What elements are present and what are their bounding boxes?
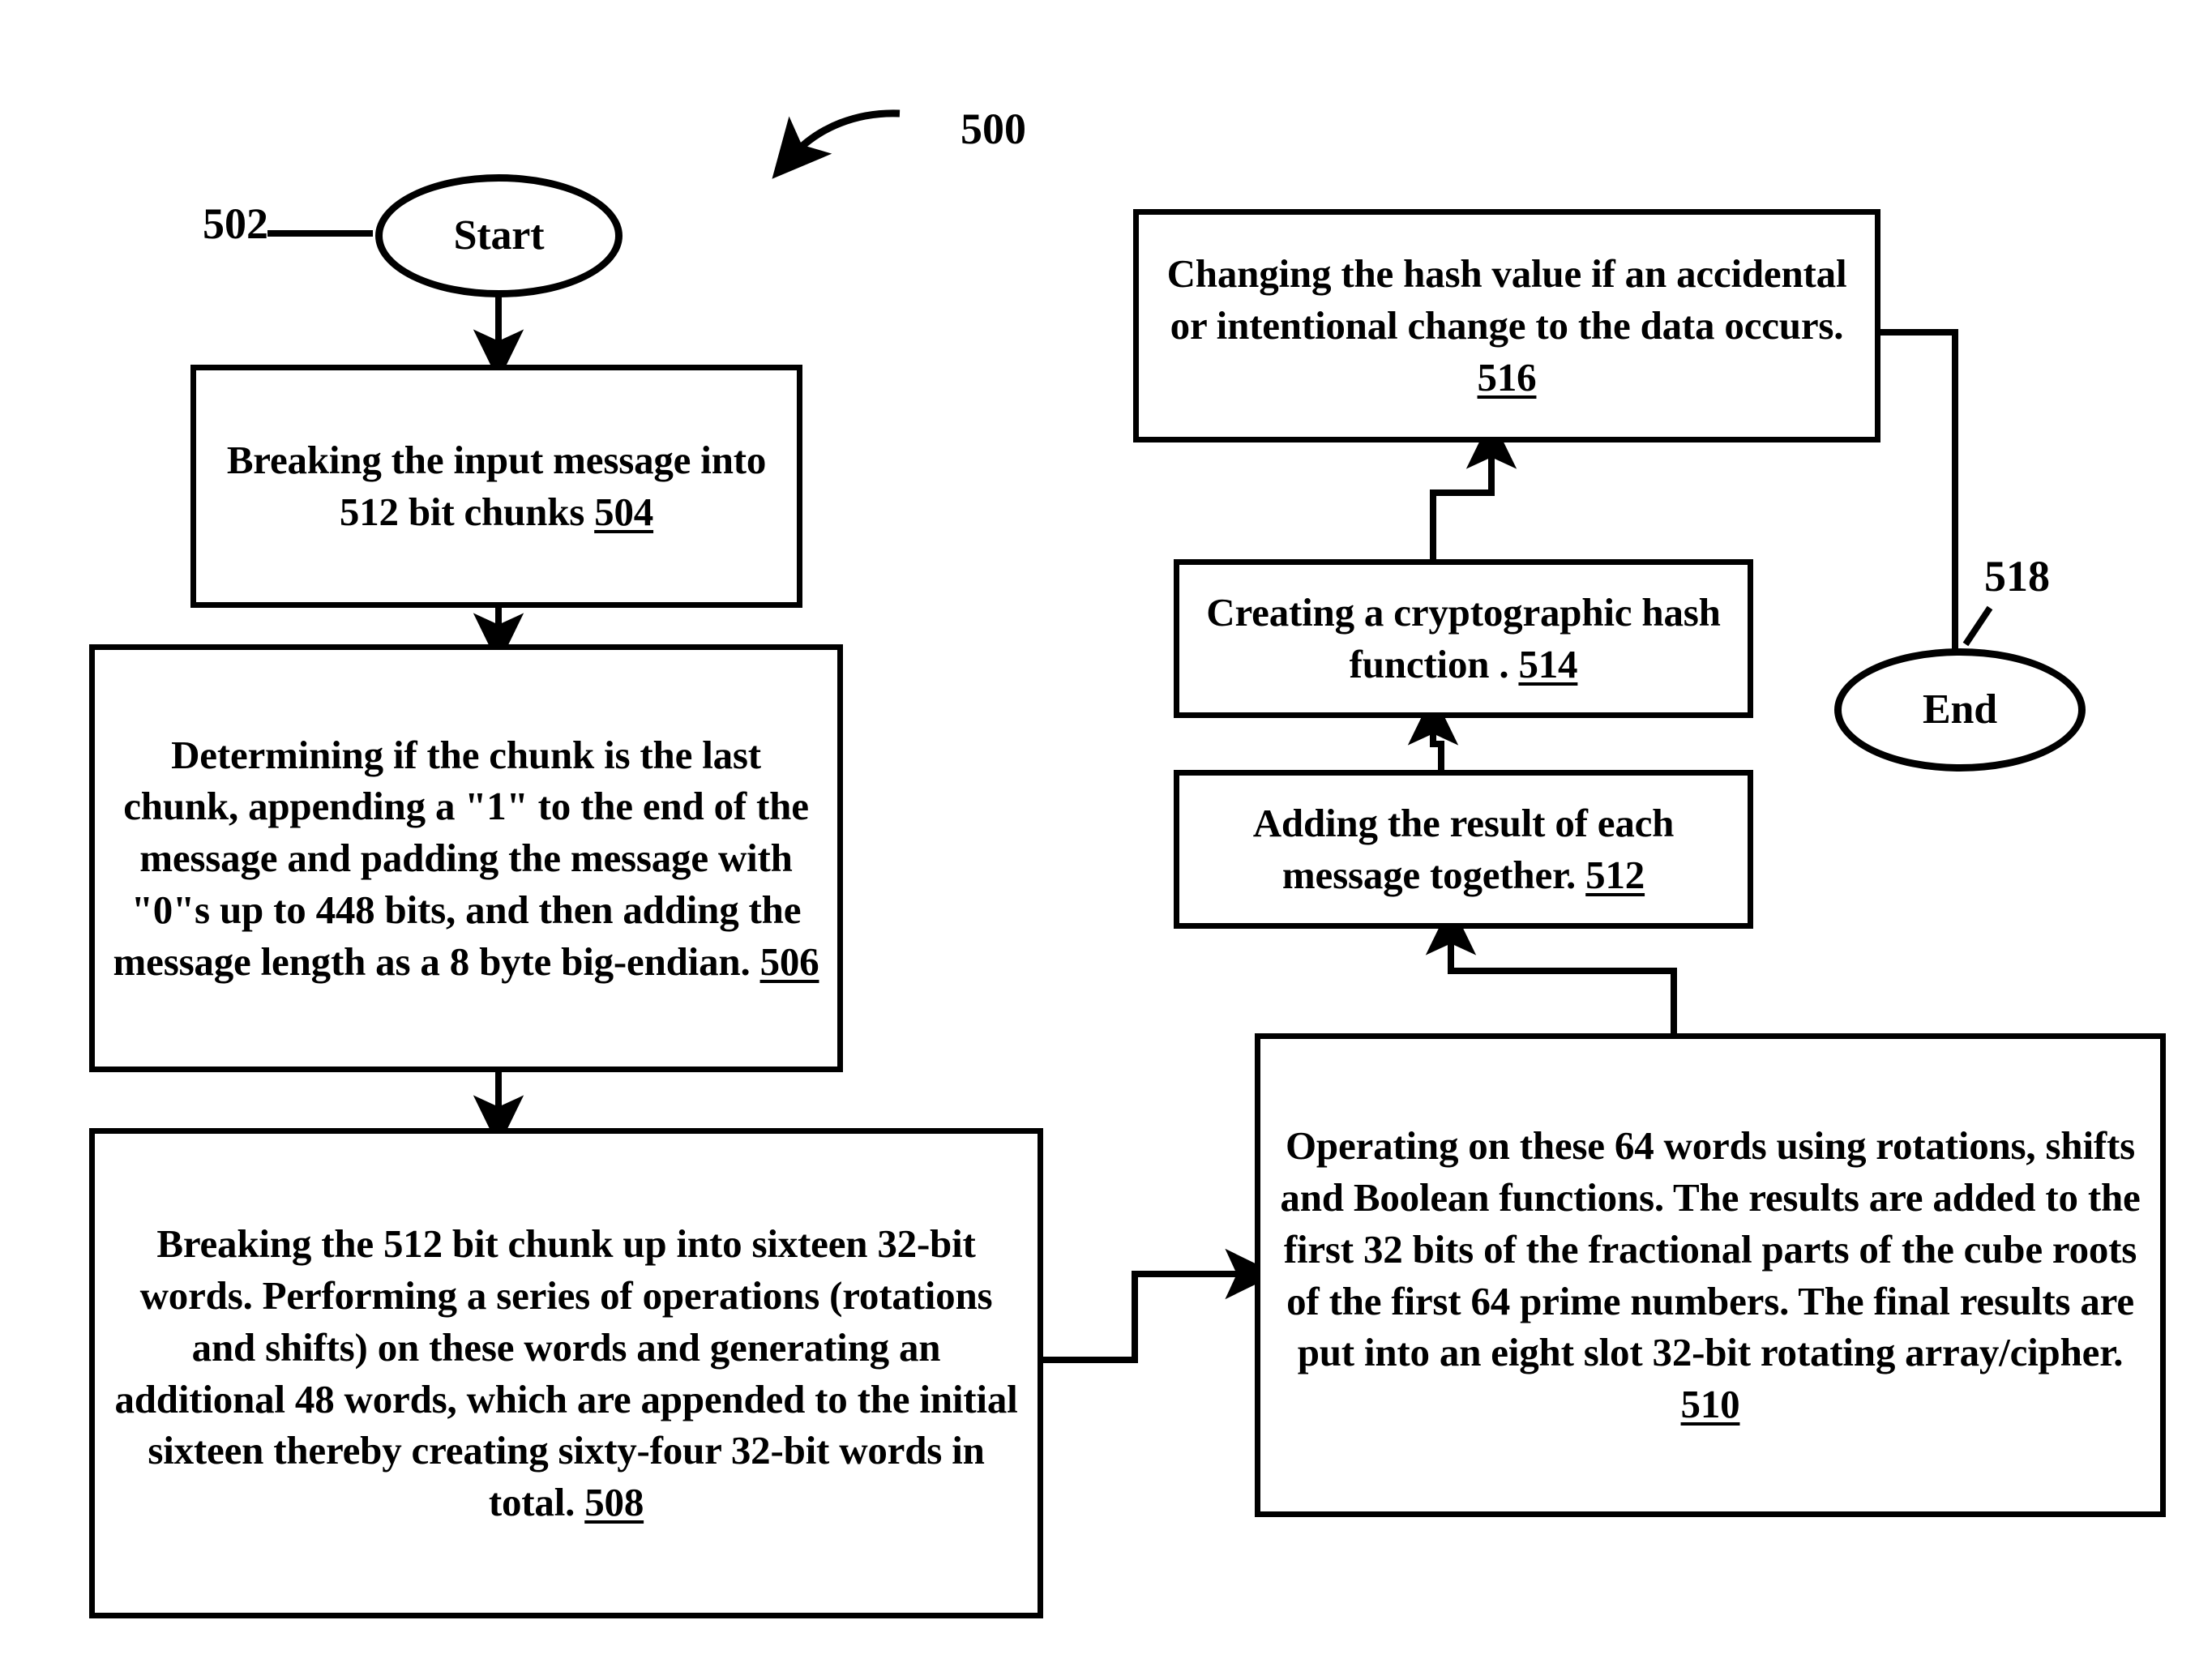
node-step-508-text: Breaking the 512 bit chunk up into sixte… xyxy=(95,1218,1038,1528)
node-step-514-text: Creating a cryptographic hash function .… xyxy=(1179,587,1748,690)
node-step-506-body: Determining if the chunk is the last chu… xyxy=(113,732,809,984)
node-step-508-ref: 508 xyxy=(584,1479,644,1524)
end-ref-leader xyxy=(1962,605,1993,647)
node-end[interactable]: End xyxy=(1834,648,2086,772)
node-step-506-ref: 506 xyxy=(759,938,819,984)
node-end-label: End xyxy=(1923,686,1997,733)
node-step-514[interactable]: Creating a cryptographic hash function .… xyxy=(1174,559,1753,718)
figure-number-label: 500 xyxy=(961,105,1026,153)
edge-516-to-end xyxy=(1880,329,1981,718)
node-step-516[interactable]: Changing the hash value if an accidental… xyxy=(1133,209,1880,442)
node-start[interactable]: Start xyxy=(375,174,623,297)
node-step-512-ref: 512 xyxy=(1585,853,1645,897)
figure-canvas: 500 502 518 Start Breaking the input mes… xyxy=(0,0,2212,1680)
node-step-506[interactable]: Determining if the chunk is the last chu… xyxy=(89,644,843,1072)
node-step-504[interactable]: Breaking the input message into 512 bit … xyxy=(190,365,802,608)
edge-514-to-516 xyxy=(1430,417,1517,559)
node-step-510-body: Operating on these 64 words using rotati… xyxy=(1280,1123,2141,1375)
node-step-516-ref: 516 xyxy=(1477,354,1537,400)
node-step-516-text: Changing the hash value if an accidental… xyxy=(1139,248,1875,403)
node-step-504-body: Breaking the input message into 512 bit … xyxy=(226,438,767,534)
node-step-506-text: Determining if the chunk is the last chu… xyxy=(95,729,837,987)
node-step-508-body: Breaking the 512 bit chunk up into sixte… xyxy=(114,1221,1018,1524)
edge-508-to-510 xyxy=(1042,1248,1277,1363)
figure-leader-arrow xyxy=(772,109,901,179)
edge-512-to-514 xyxy=(1407,693,1459,772)
end-reference-numeral: 518 xyxy=(1984,552,2050,601)
node-step-516-body: Changing the hash value if an accidental… xyxy=(1166,251,1847,348)
start-reference-numeral: 502 xyxy=(203,199,268,248)
node-step-510-ref: 510 xyxy=(1680,1381,1740,1426)
node-step-504-text: Breaking the input message into 512 bit … xyxy=(196,434,797,537)
node-step-510-text: Operating on these 64 words using rotati… xyxy=(1260,1120,2160,1430)
node-step-512-text: Adding the result of each message togeth… xyxy=(1179,797,1748,900)
node-step-514-body: Creating a cryptographic hash function . xyxy=(1206,590,1721,686)
node-step-510[interactable]: Operating on these 64 words using rotati… xyxy=(1255,1033,2166,1517)
edge-510-to-512 xyxy=(1425,903,1677,1035)
node-step-512[interactable]: Adding the result of each message togeth… xyxy=(1174,770,1753,929)
node-step-514-ref: 514 xyxy=(1518,642,1578,686)
node-step-504-ref: 504 xyxy=(594,489,654,534)
node-step-508[interactable]: Breaking the 512 bit chunk up into sixte… xyxy=(89,1128,1043,1618)
node-start-label: Start xyxy=(453,212,545,259)
